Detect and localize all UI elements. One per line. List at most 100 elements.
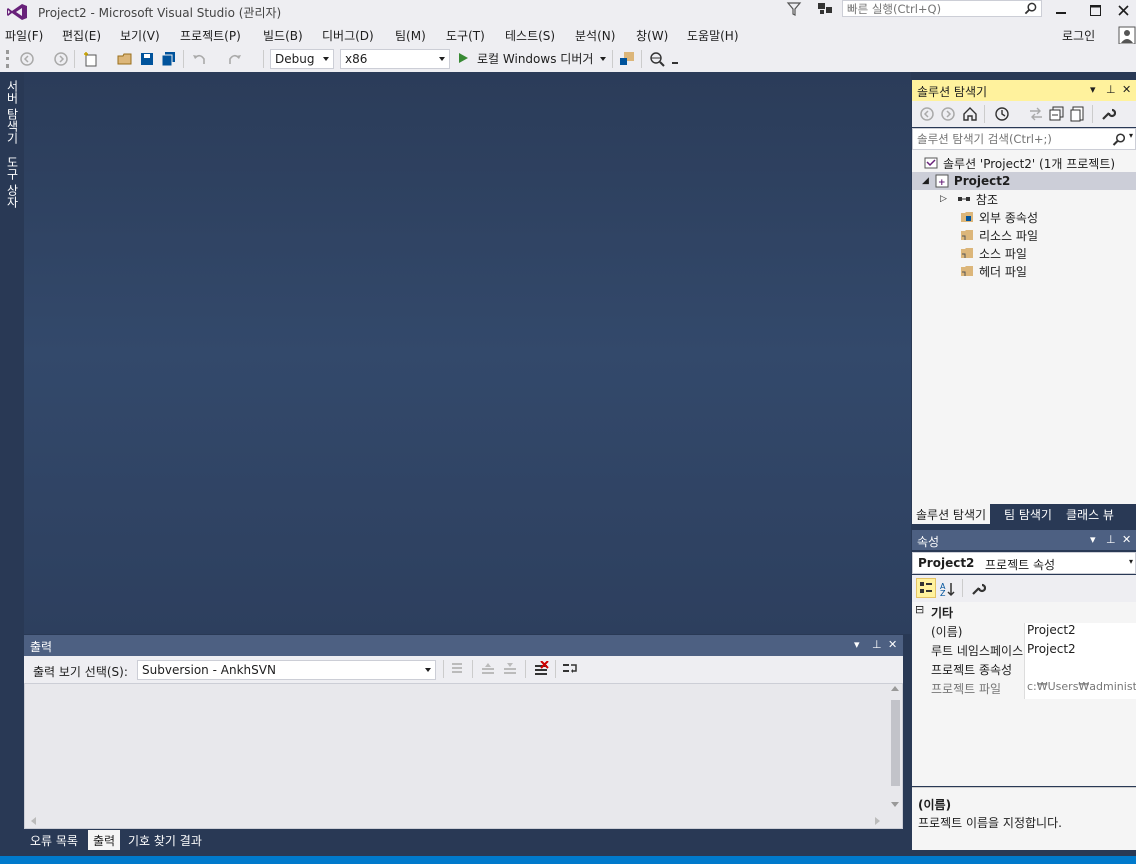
collapse-category-icon[interactable]: ⊟ [915, 603, 924, 616]
minimize-button[interactable] [1044, 0, 1078, 20]
panel-menu-chevron-icon[interactable]: ▾ [854, 638, 860, 651]
forward-arrow-icon[interactable] [941, 107, 955, 121]
chevron-down-icon[interactable]: ▾ [1129, 131, 1133, 140]
tree-item-solution[interactable]: 솔루션 'Project2' (1개 프로젝트) [924, 154, 1115, 172]
pin-icon[interactable]: ⊥ [1106, 533, 1116, 546]
menu-debug[interactable]: 디버그(D) [322, 27, 374, 44]
scroll-left-icon[interactable] [31, 817, 36, 825]
wrench-icon[interactable] [1100, 106, 1116, 122]
pin-icon[interactable]: ⊥ [872, 638, 882, 651]
solution-configuration-dropdown[interactable]: Debug [270, 49, 334, 69]
menu-project[interactable]: 프로젝트(P) [180, 27, 241, 44]
solution-explorer-search-input[interactable] [913, 130, 1103, 148]
toolbox-tab[interactable]: 도구 상자 [4, 156, 21, 208]
word-wrap-icon[interactable] [562, 661, 578, 677]
tree-item-source-files[interactable]: 소스 파일 [960, 244, 1027, 262]
pending-changes-filter-icon[interactable] [994, 106, 1010, 122]
scroll-down-icon[interactable] [891, 802, 899, 807]
categorized-button[interactable] [916, 578, 936, 598]
save-button[interactable] [138, 50, 156, 68]
notification-filter-icon[interactable] [786, 1, 802, 17]
toolbar-grip[interactable] [6, 50, 9, 68]
menu-help[interactable]: 도움말(H) [687, 27, 739, 44]
property-row[interactable]: 프로젝트 종속성 [912, 659, 1136, 680]
output-text-area[interactable] [24, 683, 903, 829]
menu-tools[interactable]: 도구(T) [446, 27, 485, 44]
find-in-files-button[interactable] [618, 50, 636, 68]
collapsed-arrow-icon[interactable]: ▷ [940, 194, 947, 204]
menu-build[interactable]: 빌드(B) [263, 27, 303, 44]
solution-platform-dropdown[interactable]: x86 [340, 49, 450, 69]
scroll-right-icon[interactable] [875, 817, 880, 825]
property-row[interactable]: 루트 네임스페이스 Project2 [912, 640, 1136, 661]
menu-analyze[interactable]: 분석(N) [575, 27, 615, 44]
menu-team[interactable]: 팀(M) [395, 27, 426, 44]
sync-with-active-document-icon[interactable] [1028, 106, 1044, 122]
maximize-button[interactable] [1078, 0, 1112, 20]
close-icon[interactable]: ✕ [1122, 533, 1131, 546]
menu-view[interactable]: 보기(V) [120, 27, 160, 44]
server-explorer-tab[interactable]: 서버 탐색기 [4, 80, 21, 144]
back-arrow-icon[interactable] [920, 107, 934, 121]
pin-icon[interactable]: ⊥ [1106, 83, 1116, 96]
start-debugging-icon[interactable] [459, 53, 468, 63]
start-debugging-button[interactable]: 로컬 Windows 디버거 [477, 50, 593, 67]
login-link[interactable]: 로그인 [1062, 27, 1095, 44]
search-icon[interactable] [1024, 2, 1037, 15]
open-file-button[interactable] [116, 50, 134, 68]
properties-panel-header[interactable]: 속성 ▾ ⊥ ✕ [912, 530, 1136, 550]
undo-button[interactable] [190, 50, 208, 68]
output-source-dropdown[interactable]: Subversion - AnkhSVN [137, 660, 436, 680]
previous-message-icon[interactable] [480, 661, 496, 677]
navigate-forward-button[interactable] [52, 50, 70, 68]
output-scroll-thumb[interactable] [891, 700, 900, 786]
chevron-down-icon[interactable]: ▾ [1129, 557, 1133, 566]
property-row[interactable]: (이름) Project2 [912, 621, 1136, 642]
clear-all-icon[interactable] [533, 661, 549, 677]
output-panel-header[interactable]: 출력 ▾ ⊥ ✕ [24, 635, 903, 656]
find-message-in-code-icon[interactable] [450, 661, 466, 677]
tree-item-external-dependencies[interactable]: 외부 종속성 [960, 208, 1038, 226]
menu-file[interactable]: 파일(F) [5, 27, 43, 44]
tree-item-project[interactable]: ◢ + Project2 [912, 172, 1136, 190]
quick-launch-input[interactable] [843, 1, 1019, 16]
tree-item-header-files[interactable]: 헤더 파일 [960, 262, 1027, 280]
menu-window[interactable]: 창(W) [636, 27, 668, 44]
alphabetical-sort-icon[interactable]: AZ [940, 581, 956, 597]
panel-menu-chevron-icon[interactable]: ▾ [1090, 83, 1096, 96]
browser-link-button[interactable] [648, 50, 666, 68]
tab-error-list[interactable]: 오류 목록 [25, 830, 83, 850]
expanded-arrow-icon[interactable]: ◢ [922, 176, 929, 186]
tab-team-explorer[interactable]: 팀 탐색기 [1000, 504, 1056, 524]
search-icon[interactable] [1112, 133, 1125, 146]
navigate-back-button[interactable] [18, 50, 36, 68]
quick-launch-box[interactable] [842, 0, 1042, 17]
solution-explorer-header[interactable]: 솔루션 탐색기 ▾ ⊥ ✕ [912, 80, 1136, 101]
tree-item-references[interactable]: ▷ 참조 [940, 190, 998, 208]
tab-class-view[interactable]: 클래스 뷰 [1062, 504, 1118, 524]
solution-explorer-search-box[interactable]: ▾ [912, 128, 1136, 150]
next-message-icon[interactable] [502, 661, 518, 677]
scroll-up-icon[interactable] [891, 686, 899, 691]
redo-button[interactable] [226, 50, 244, 68]
close-icon[interactable]: ✕ [888, 638, 897, 651]
close-icon[interactable]: ✕ [1122, 83, 1131, 96]
property-row[interactable]: 프로젝트 파일 c:₩Users₩administra [912, 678, 1136, 699]
panel-menu-chevron-icon[interactable]: ▾ [1090, 533, 1096, 546]
property-category[interactable]: ⊟ 기타 [912, 602, 1136, 621]
tab-solution-explorer[interactable]: 솔루션 탐색기 [912, 504, 991, 524]
feedback-icon[interactable] [816, 1, 834, 17]
output-horizontal-scrollbar[interactable] [25, 814, 888, 828]
menu-test[interactable]: 테스트(S) [505, 27, 555, 44]
account-icon[interactable] [1118, 26, 1136, 44]
chevron-down-icon[interactable] [600, 57, 606, 61]
save-all-button[interactable] [160, 50, 178, 68]
new-project-button[interactable] [82, 50, 100, 68]
property-value[interactable]: c:₩Users₩administra [1024, 680, 1136, 699]
collapse-all-icon[interactable] [1049, 106, 1065, 122]
tree-item-resource-files[interactable]: 리소스 파일 [960, 226, 1038, 244]
show-all-files-icon[interactable] [1070, 106, 1086, 122]
tab-output[interactable]: 출력 [88, 830, 121, 850]
close-button[interactable] [1110, 0, 1136, 20]
menu-edit[interactable]: 편집(E) [62, 27, 101, 44]
